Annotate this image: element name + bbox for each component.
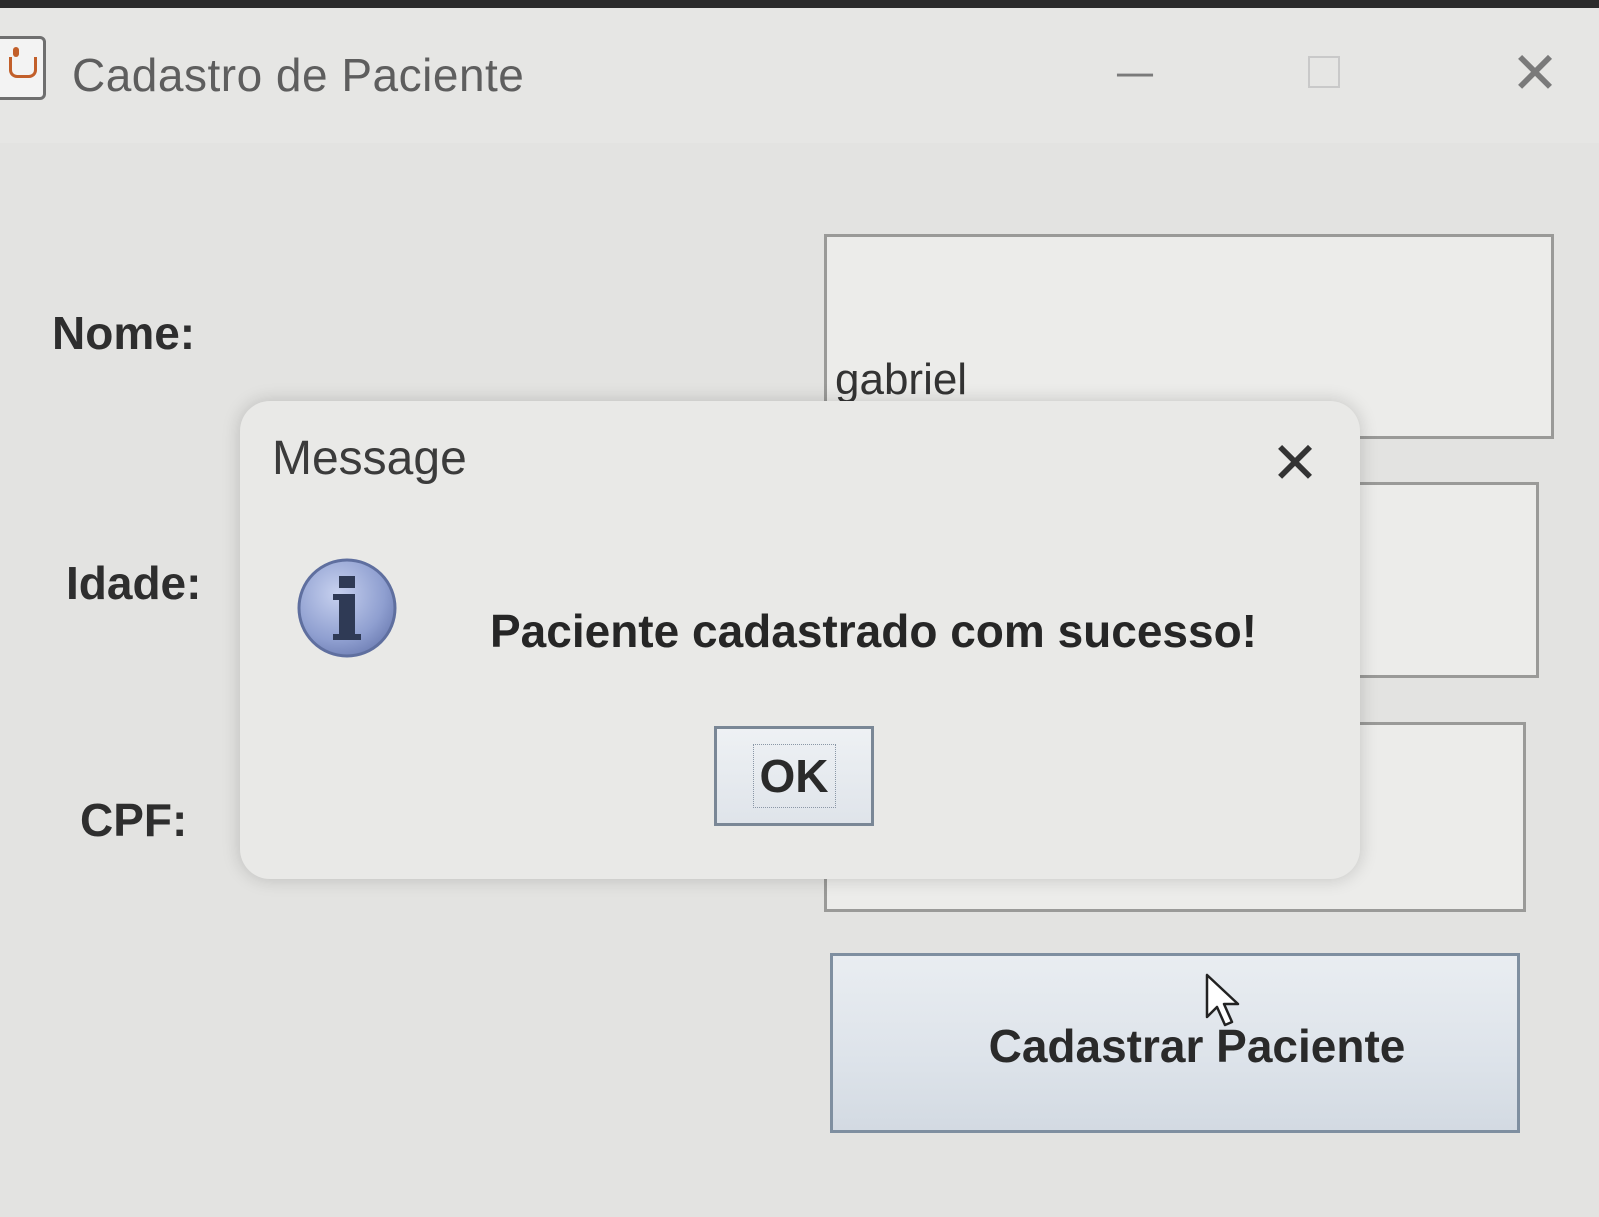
dialog-message: Paciente cadastrado com sucesso! xyxy=(490,605,1257,657)
dialog-close-button[interactable]: ✕ xyxy=(1265,433,1325,493)
cadastrar-paciente-button[interactable]: Cadastrar Paciente xyxy=(830,953,1520,1133)
main-window: Cadastro de Paciente — ✕ Nome: Idade: CP… xyxy=(0,8,1599,1217)
maximize-button[interactable] xyxy=(1290,38,1360,108)
mouse-cursor-icon xyxy=(1205,973,1240,1027)
maximize-icon xyxy=(1308,56,1340,88)
java-app-icon xyxy=(0,36,46,100)
title-bar: Cadastro de Paciente — ✕ xyxy=(0,8,1599,143)
window-title: Cadastro de Paciente xyxy=(72,49,525,101)
cpf-label: CPF: xyxy=(80,794,188,846)
idade-label: Idade: xyxy=(66,557,202,609)
dialog-title: Message xyxy=(272,432,467,485)
minimize-button[interactable]: — xyxy=(1100,38,1170,108)
window-close-button[interactable]: ✕ xyxy=(1500,38,1570,108)
screen: Cadastro de Paciente — ✕ Nome: Idade: CP… xyxy=(0,0,1599,1217)
info-icon xyxy=(297,558,397,658)
ok-button-label: OK xyxy=(752,744,836,808)
nome-label: Nome: xyxy=(52,307,196,359)
ok-button[interactable]: OK xyxy=(714,726,874,826)
message-dialog: Message ✕ Paciente cadastrado com sucess… xyxy=(240,401,1360,879)
